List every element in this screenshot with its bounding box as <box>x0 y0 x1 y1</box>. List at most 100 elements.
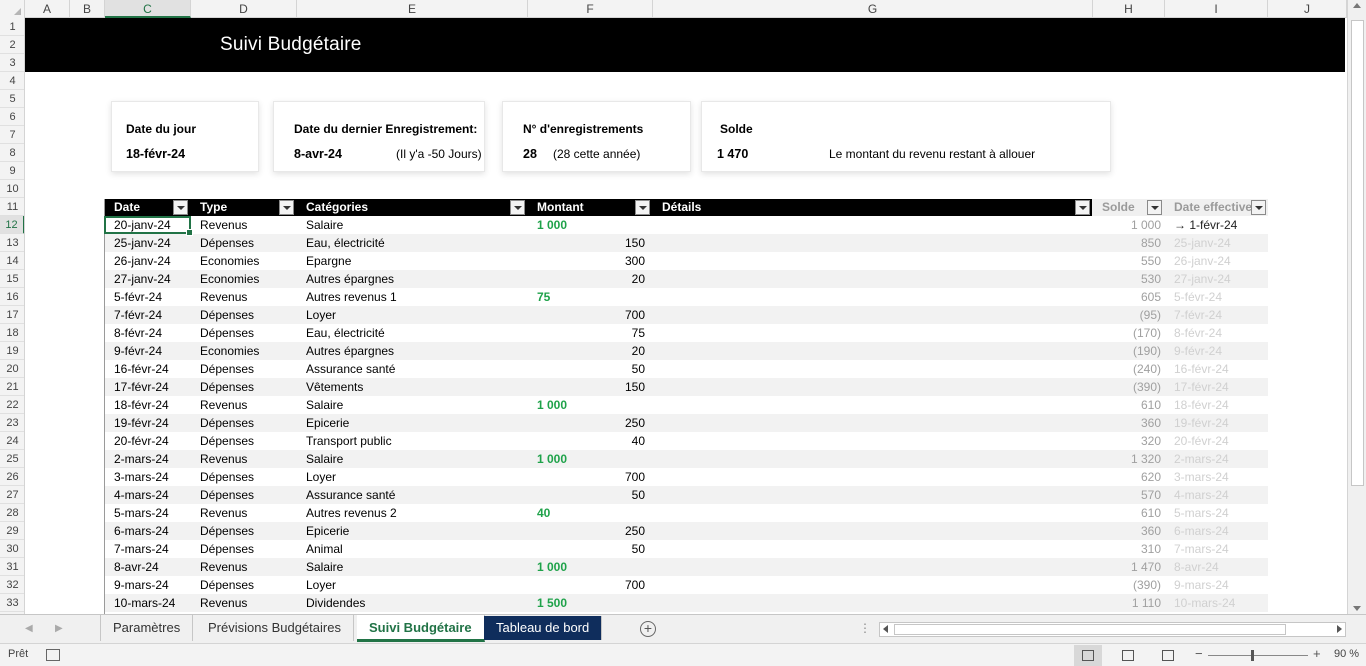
select-all-corner[interactable] <box>0 0 25 18</box>
table-row[interactable]: 8-févr-24 Dépenses Eau, électricité 75 (170)… <box>104 324 1268 342</box>
filter-dropdown-button[interactable] <box>173 200 188 215</box>
vertical-scrollbar[interactable] <box>1347 0 1366 614</box>
filter-dropdown-button[interactable] <box>1251 200 1266 215</box>
row-header[interactable]: 2 <box>0 36 24 54</box>
column-header[interactable]: H <box>1093 0 1165 18</box>
row-header[interactable]: 32 <box>0 576 24 594</box>
row-header[interactable]: 20 <box>0 360 24 378</box>
row-header[interactable]: 1 <box>0 18 24 36</box>
row-header[interactable]: 28 <box>0 504 24 522</box>
tab-next-icon[interactable]: ▶ <box>55 623 63 634</box>
filter-dropdown-button[interactable] <box>1075 200 1090 215</box>
row-header[interactable]: 27 <box>0 486 24 504</box>
row-header[interactable]: 10 <box>0 180 24 198</box>
row-header[interactable]: 19 <box>0 342 24 360</box>
row-header[interactable]: 18 <box>0 324 24 342</box>
table-row[interactable]: 26-janv-24 Economies Epargne 300 550 26-janv-… <box>104 252 1268 270</box>
worksheet[interactable]: Suivi Budgétaire Date du jour 18-févr-24… <box>25 18 1347 614</box>
table-row[interactable]: 5-févr-24 Revenus Autres revenus 1 75 605 5-f… <box>104 288 1268 306</box>
table-row[interactable]: 9-févr-24 Economies Autres épargnes 20 (190)… <box>104 342 1268 360</box>
table-row[interactable]: 3-mars-24 Dépenses Loyer 700 620 3-mars-24 <box>104 468 1268 486</box>
row-header[interactable]: 9 <box>0 162 24 180</box>
table-row[interactable]: 7-mars-24 Dépenses Animal 50 310 7-mars-24 <box>104 540 1268 558</box>
row-header[interactable]: 6 <box>0 108 24 126</box>
zoom-slider[interactable] <box>1208 655 1308 656</box>
scroll-up-icon[interactable] <box>1353 3 1361 8</box>
row-header[interactable]: 23 <box>0 414 24 432</box>
tab-splitter-icon[interactable]: ⋮ <box>859 621 871 635</box>
table-row[interactable]: 5-mars-24 Revenus Autres revenus 2 40 610 5-m… <box>104 504 1268 522</box>
column-header[interactable]: A <box>25 0 70 18</box>
zoom-slider-handle[interactable] <box>1251 650 1254 661</box>
table-row[interactable]: 19-févr-24 Dépenses Epicerie 250 360 19-févr-… <box>104 414 1268 432</box>
row-header[interactable]: 17 <box>0 306 24 324</box>
tab-tableau-de-bord[interactable]: Tableau de bord <box>484 616 603 640</box>
row-header[interactable]: 3 <box>0 54 24 72</box>
table-row[interactable]: 18-févr-24 Revenus Salaire 1 000 610 18-févr-… <box>104 396 1268 414</box>
row-header[interactable]: 15 <box>0 270 24 288</box>
table-row[interactable]: 2-mars-24 Revenus Salaire 1 000 1 320 2-mars-… <box>104 450 1268 468</box>
tab-parametres[interactable]: Paramètres <box>100 615 194 641</box>
column-header[interactable]: G <box>653 0 1093 18</box>
row-header[interactable]: 33 <box>0 594 24 612</box>
column-header[interactable]: F <box>528 0 653 18</box>
scroll-right-icon[interactable] <box>1337 625 1342 633</box>
row-header[interactable]: 25 <box>0 450 24 468</box>
row-header[interactable]: 7 <box>0 126 24 144</box>
filter-dropdown-button[interactable] <box>279 200 294 215</box>
column-header[interactable]: E <box>297 0 528 18</box>
filter-dropdown-button[interactable] <box>510 200 525 215</box>
row-header[interactable]: 31 <box>0 558 24 576</box>
table-row[interactable]: 7-févr-24 Dépenses Loyer 700 (95) 7-févr-24 <box>104 306 1268 324</box>
zoom-level[interactable]: 90 % <box>1334 648 1359 660</box>
table-row[interactable]: 4-mars-24 Dépenses Assurance santé 50 570 4-m… <box>104 486 1268 504</box>
table-row[interactable]: 17-févr-24 Dépenses Vêtements 150 (390) 17-fé… <box>104 378 1268 396</box>
row-header[interactable]: 5 <box>0 90 24 108</box>
macro-record-icon[interactable] <box>46 649 60 661</box>
table-row[interactable]: 16-févr-24 Dépenses Assurance santé 50 (240)… <box>104 360 1268 378</box>
row-header[interactable]: 26 <box>0 468 24 486</box>
table-row[interactable]: 20-janv-24 Revenus Salaire 1 000 1 000 → 1-fé… <box>104 216 1268 234</box>
horizontal-scrollbar[interactable] <box>879 622 1346 637</box>
table-row[interactable]: 10-mars-24 Revenus Dividendes 1 500 1 110 10-… <box>104 594 1268 612</box>
filter-dropdown-button[interactable] <box>635 200 650 215</box>
table-row[interactable]: 25-janv-24 Dépenses Eau, électricité 150 850… <box>104 234 1268 252</box>
row-header[interactable]: 22 <box>0 396 24 414</box>
table-row[interactable]: 20-févr-24 Dépenses Transport public 40 320 2… <box>104 432 1268 450</box>
tab-suivi[interactable]: Suivi Budgétaire <box>357 615 485 642</box>
row-header[interactable]: 13 <box>0 234 24 252</box>
table-row[interactable]: 8-avr-24 Revenus Salaire 1 000 1 470 8-avr-24 <box>104 558 1268 576</box>
row-header[interactable]: 11 <box>0 198 24 216</box>
column-header[interactable]: D <box>191 0 297 18</box>
table-row[interactable]: 9-mars-24 Dépenses Loyer 700 (390) 9-mars-24 <box>104 576 1268 594</box>
row-header[interactable]: 8 <box>0 144 24 162</box>
row-header[interactable]: 14 <box>0 252 24 270</box>
scroll-down-icon[interactable] <box>1353 606 1361 611</box>
row-header[interactable]: 16 <box>0 288 24 306</box>
page-break-view-button[interactable] <box>1154 645 1182 666</box>
add-sheet-icon[interactable]: + <box>640 621 656 637</box>
zoom-in-icon[interactable]: + <box>1313 646 1321 661</box>
tab-previsions[interactable]: Prévisions Budgétaires <box>196 615 354 641</box>
filter-dropdown-button[interactable] <box>1147 200 1162 215</box>
table-row[interactable]: 27-janv-24 Economies Autres épargnes 20 530 2… <box>104 270 1268 288</box>
row-header[interactable]: 24 <box>0 432 24 450</box>
column-header[interactable]: C <box>105 0 191 18</box>
scroll-thumb[interactable] <box>1351 20 1364 486</box>
table-row[interactable]: 6-mars-24 Dépenses Epicerie 250 360 6-mars-24 <box>104 522 1268 540</box>
row-header[interactable]: 12 <box>0 216 24 234</box>
row-header[interactable]: 4 <box>0 72 24 90</box>
row-header[interactable]: 21 <box>0 378 24 396</box>
tab-prev-icon[interactable]: ◀ <box>25 623 33 634</box>
column-header[interactable]: I <box>1165 0 1268 18</box>
page-layout-view-button[interactable] <box>1114 645 1142 666</box>
column-header[interactable]: J <box>1268 0 1347 18</box>
normal-view-button[interactable] <box>1074 645 1102 666</box>
row-header[interactable]: 29 <box>0 522 24 540</box>
active-cell-selection[interactable] <box>104 216 193 236</box>
scroll-left-icon[interactable] <box>883 625 888 633</box>
zoom-out-icon[interactable]: − <box>1195 646 1203 661</box>
column-header[interactable]: B <box>70 0 105 18</box>
scroll-thumb[interactable] <box>894 624 1286 635</box>
row-header[interactable]: 30 <box>0 540 24 558</box>
